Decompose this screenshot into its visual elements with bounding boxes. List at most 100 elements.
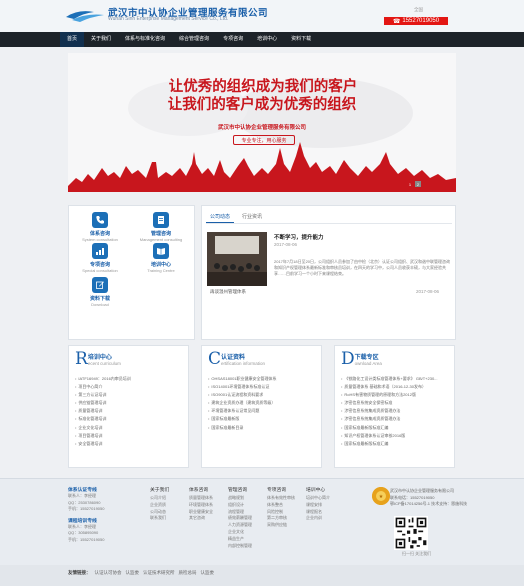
column-list-item[interactable]: 《铁路化工设计类标准管理体系+要求》 GB/T+230... [341, 375, 437, 383]
column-title[interactable]: 培训中心 [88, 352, 121, 361]
footer-col-special: 专项咨询 体系有效性审核 体系整合 风险控制 第二方审核 采购供应链 [267, 486, 295, 529]
service-label: 培训中心 [150, 262, 171, 268]
footer-link[interactable]: 公司介绍 [150, 495, 169, 502]
footer-link[interactable]: 企业内训 [306, 515, 330, 522]
column-title[interactable]: 认证资料 [221, 352, 265, 361]
service-en: Training Centre [147, 268, 175, 273]
banner-page-1[interactable]: 1 [407, 181, 413, 187]
column-list-item[interactable]: 建筑企业资质办理（建筑资质等级） [208, 399, 277, 407]
column-list-item[interactable]: 环境管理体系认证常见问题 [208, 407, 277, 415]
news-thumbnail[interactable] [207, 232, 267, 286]
column-list-item[interactable]: ISO14001环境管理体系标准认证 [208, 383, 277, 391]
column-list-item[interactable]: ISO9001认证流程和资料要求 [208, 391, 277, 399]
column-list-item[interactable]: 涉密信息系统集成资质管理办法 [341, 407, 438, 415]
column-list-item[interactable]: 企业文化培训 [75, 424, 131, 432]
contact-line: 手机：15527019050 [68, 536, 105, 542]
svg-text:★: ★ [379, 494, 384, 500]
service-download[interactable]: 资料下载 Download [70, 277, 130, 307]
friend-link[interactable]: 认证技术研究所 [143, 570, 175, 576]
service-special[interactable]: 专项咨询 Special consultation [70, 243, 130, 273]
nav-item[interactable]: 专项咨询 [216, 32, 250, 47]
column-list-item[interactable]: OHSAS18001职业健康安全管理体系 [208, 375, 276, 383]
footer-col-management: 管理咨询 战略规划 组织设计 流程管理 绩效薪酬管理 人力资源管理 企业文化 精益生产 内部控制… [228, 486, 252, 549]
footer-link[interactable]: 企业文化 [228, 529, 252, 536]
column-list-item[interactable]: 第三方认证培训 [75, 391, 131, 399]
nav-item[interactable]: 关于我们 [84, 32, 118, 47]
hero-banner[interactable]: 让优秀的组织成为我们的客户 让我们的客户成为优秀的组织 武汉市中认协企业管理服务… [68, 53, 456, 192]
footer-link[interactable]: 环境管理体系 [189, 502, 213, 509]
tab-company-news[interactable]: 公司动态 [206, 211, 235, 223]
footer-link[interactable]: 战略规划 [228, 495, 252, 502]
footer-link[interactable]: 课程安排 [306, 502, 330, 509]
hotline-phone: ☎ 15527019050 [384, 17, 448, 25]
column-list-item[interactable]: 供应链管理培训 [75, 399, 131, 407]
footer-link[interactable]: 体系整合 [267, 502, 295, 509]
tab-industry-news[interactable]: 行业资讯 [238, 211, 266, 223]
service-label: 体系咨询 [89, 231, 110, 237]
column-list-item[interactable]: IATF16949：2016内审员培训 [75, 375, 130, 383]
column-list-item[interactable]: 质量管理培训 [75, 407, 131, 415]
city-skyline-icon [68, 142, 456, 192]
news-featured-title[interactable]: 不断学习，提升能力 [274, 233, 324, 241]
service-en: Management consulting [139, 237, 183, 242]
service-management[interactable]: 管理咨询 Management consulting [131, 212, 191, 242]
nav-item[interactable]: 首页 [60, 32, 85, 47]
column-list-item[interactable]: 国家标准最新目录 [208, 424, 277, 432]
news-list-item[interactable]: 再谈温州管理体系 2017-08-06 [207, 289, 439, 295]
company-logo-icon[interactable] [64, 7, 108, 23]
footer-link[interactable]: 培训中心简介 [306, 495, 330, 502]
footer-link[interactable]: 体系有效性审核 [267, 495, 295, 502]
friend-link[interactable]: 认证认可协会 [95, 570, 122, 576]
footer-link[interactable]: 采购供应链 [267, 522, 295, 529]
column-list-item[interactable]: 涉密信息系统集成资质管理办法 [341, 415, 438, 423]
company-name-en: Wuhan Sinn Enterprise Management Service… [108, 16, 229, 22]
column-list-item[interactable]: 项目管理培训 [75, 432, 131, 440]
main-nav: 首页 关于我们 体系与标准化咨询 综合管理咨询 专项咨询 培训中心 资料下载 [0, 32, 524, 47]
service-system[interactable]: 体系咨询 System consultation [70, 212, 130, 242]
column-initial: C [208, 349, 222, 369]
footer-link[interactable]: 人力资源管理 [228, 522, 252, 529]
service-training[interactable]: 培训中心 Training Centre [131, 243, 191, 273]
footer-link[interactable]: 精益生产 [228, 536, 252, 543]
phone-number: 15527019050 [402, 18, 440, 24]
column-list-item[interactable]: 国家标准最新版标准汇编 [341, 424, 438, 432]
banner-page-2[interactable]: 2 [415, 181, 421, 187]
column-title[interactable]: 下载专区 [355, 352, 382, 361]
column-list-item[interactable]: 知识产权管理体系认证审核2016版 [341, 432, 438, 440]
friend-link[interactable]: 质检总局 [179, 570, 197, 576]
footer-link[interactable]: 联系我们 [150, 515, 169, 522]
column-list: IATF16949：2016内审员培训项目中心简介第三方认证培训供应链管理培训质… [75, 375, 131, 448]
footer-link[interactable]: 组织设计 [228, 502, 252, 509]
column-subtitle: ecent curriculum [87, 361, 121, 366]
nav-item[interactable]: 培训中心 [250, 32, 284, 47]
column-list-item[interactable]: 涉密信息系统安全保密标准 [341, 399, 438, 407]
column-download: D 下载专区ownload Area 《铁路化工设计类标准管理体系+要求》 GB… [334, 345, 455, 468]
footer-col-title: 体系咨询 [189, 488, 209, 493]
friend-links: 友情链接： 认证认可协会 认监委 认证技术研究所 质检总局 认监委 [0, 565, 524, 586]
column-list-item[interactable]: RoHS有害物质管理的原理和方法2012版 [341, 391, 438, 399]
footer-link[interactable]: 企业资质 [150, 502, 169, 509]
nav-item[interactable]: 资料下载 [284, 32, 318, 47]
column-list-item[interactable]: 项目中心简介 [75, 383, 131, 391]
nav-item[interactable]: 综合管理咨询 [172, 32, 216, 47]
friend-links-label: 友情链接： [68, 570, 91, 575]
book-icon [153, 243, 169, 259]
column-list-item[interactable]: 标准化管理培训 [75, 415, 131, 423]
column-list-item[interactable]: 质量管理体系 基础和术语（2016-12-30发布） [341, 383, 438, 391]
divider [206, 223, 452, 224]
footer-link[interactable]: 质量管理体系 [189, 495, 213, 502]
nav-item[interactable]: 体系与标准化咨询 [118, 32, 172, 47]
friend-link[interactable]: 认监委 [126, 570, 140, 576]
friend-link[interactable]: 认监委 [201, 570, 215, 576]
news-panel: 公司动态 行业资讯 不断学习，提升能力 2017-08-06 2017年7月18… [201, 205, 456, 340]
footer-col-training: 培训中心 培训中心简介 课程安排 课程报名 企业内训 [306, 486, 330, 522]
footer-link[interactable]: 其它咨询 [189, 515, 213, 522]
column-list-item[interactable]: 国家标准最新版 [208, 415, 277, 423]
column-list-item[interactable]: 国家标准最新版标准汇编 [341, 440, 438, 448]
footer-link[interactable]: 内部控制管理 [228, 543, 252, 550]
column-list-item[interactable]: 安全管理培训 [75, 440, 131, 448]
document-icon [153, 212, 169, 228]
site-header: 武汉市中认协企业管理服务有限公司 Wuhan Sinn Enterprise M… [0, 0, 524, 32]
qr-code-icon [394, 516, 428, 550]
footer-info: 武汉市中认协企业管理服务有限公司 联系电话：15527019050 鄂ICP备1… [390, 488, 467, 508]
